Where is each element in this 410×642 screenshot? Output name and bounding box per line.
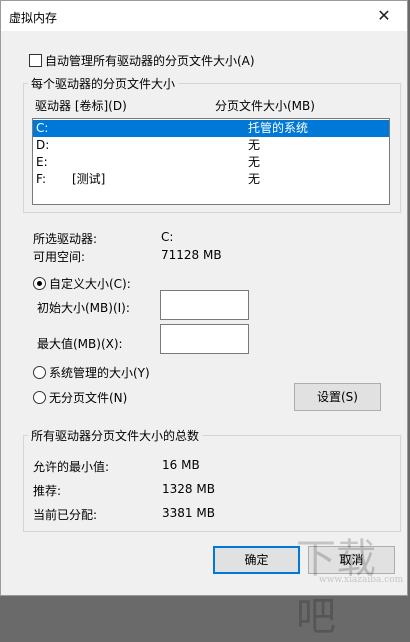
drive-letter: F: [36, 172, 47, 186]
free-space-label: 可用空间: [33, 250, 86, 264]
drive-letter: E: [36, 155, 48, 169]
drive-paging-size: 托管的系统 [248, 121, 309, 135]
no-paging-file-label[interactable]: 无分页文件(N) [49, 389, 127, 406]
ok-button[interactable]: 确定 [213, 546, 300, 574]
totals-group-title: 所有驱动器分页文件大小的总数 [28, 427, 203, 444]
window-title: 虚拟内存 [9, 11, 58, 25]
no-paging-file-radio[interactable] [33, 391, 46, 404]
allocated-label: 当前已分配: [33, 508, 98, 522]
selected-drive-value: C: [161, 230, 174, 244]
initial-size-label: 初始大小(MB)(I): [37, 301, 130, 315]
drive-row-c[interactable]: C: 托管的系统 [33, 120, 389, 137]
auto-manage-checkbox[interactable] [29, 54, 42, 67]
drive-paging-size: 无 [248, 155, 261, 169]
min-allowed-value: 16 MB [162, 458, 200, 472]
max-size-input[interactable] [160, 324, 249, 354]
column-header-drive: 驱动器 [卷标](D) [35, 99, 127, 113]
drive-paging-size: 无 [248, 172, 261, 186]
max-size-label: 最大值(MB)(X): [37, 337, 123, 351]
drive-row-e[interactable]: E: 无 [33, 154, 389, 171]
free-space-value: 71128 MB [161, 248, 222, 262]
system-managed-radio[interactable] [33, 366, 46, 379]
drive-paging-size: 无 [248, 138, 261, 152]
selected-drive-label: 所选驱动器: [33, 232, 98, 246]
set-button[interactable]: 设置(S) [294, 383, 381, 411]
custom-size-label[interactable]: 自定义大小(C): [49, 275, 131, 292]
recommended-value: 1328 MB [162, 482, 215, 496]
drive-letter: C: [36, 121, 49, 135]
title-bar: 虚拟内存 ✕ [1, 1, 407, 31]
min-allowed-label: 允许的最小值: [33, 460, 110, 474]
system-managed-label[interactable]: 系统管理的大小(Y) [49, 364, 150, 381]
custom-size-radio[interactable] [33, 277, 46, 290]
drive-row-d[interactable]: D: 无 [33, 137, 389, 154]
drive-list[interactable]: C: 托管的系统 D: 无 E: 无 F: [测试] 无 [32, 118, 390, 205]
column-header-paging-size: 分页文件大小(MB) [215, 99, 315, 113]
drive-row-f[interactable]: F: [测试] 无 [33, 171, 389, 188]
watermark-url: www.xiazaiba.com [319, 575, 404, 585]
virtual-memory-dialog: 虚拟内存 ✕ 自动管理所有驱动器的分页文件大小(A) 每个驱动器的分页文件大小 … [0, 0, 408, 640]
drive-volume-label: [测试] [72, 172, 106, 186]
drives-group-title: 每个驱动器的分页文件大小 [28, 75, 179, 92]
auto-manage-label[interactable]: 自动管理所有驱动器的分页文件大小(A) [45, 52, 255, 69]
initial-size-input[interactable] [160, 290, 249, 320]
close-icon[interactable]: ✕ [361, 1, 407, 31]
recommended-label: 推荐: [33, 484, 62, 498]
drive-letter: D: [36, 138, 50, 152]
allocated-value: 3381 MB [162, 506, 215, 520]
